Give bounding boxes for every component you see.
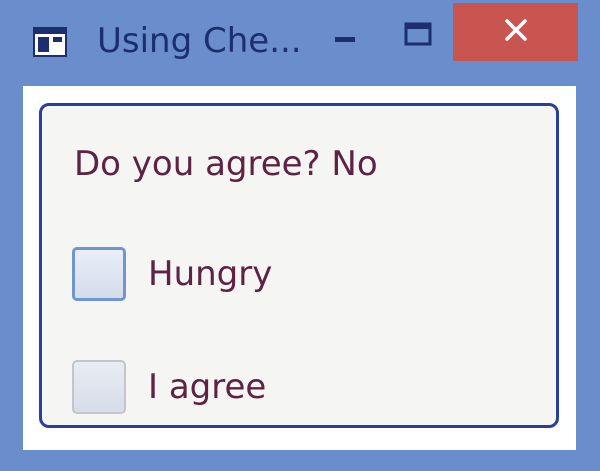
checkbox-group-panel: Do you agree? No Hungry I agree <box>39 103 559 428</box>
minimize-button[interactable] <box>322 18 370 58</box>
title-bar[interactable]: Using Che... <box>0 0 600 86</box>
hungry-checkbox[interactable]: Hungry <box>72 244 272 304</box>
maximize-icon <box>392 22 444 62</box>
minimize-icon <box>322 37 370 62</box>
window-app-icon <box>33 27 67 57</box>
close-icon <box>504 18 528 46</box>
agreement-status-text: Do you agree? No <box>74 144 378 184</box>
agree-checkbox-box[interactable] <box>72 360 126 414</box>
close-button[interactable] <box>453 3 578 61</box>
window-client-area: Do you agree? No Hungry I agree <box>23 86 576 450</box>
agree-checkbox[interactable]: I agree <box>72 357 266 417</box>
window-title: Using Che... <box>97 21 302 61</box>
hungry-checkbox-label[interactable]: Hungry <box>148 254 272 294</box>
hungry-checkbox-box[interactable] <box>72 247 126 301</box>
app-window: Using Che... Do you agree? No Hungry I a… <box>0 0 600 471</box>
maximize-button[interactable] <box>392 14 444 58</box>
agree-checkbox-label[interactable]: I agree <box>148 367 266 407</box>
